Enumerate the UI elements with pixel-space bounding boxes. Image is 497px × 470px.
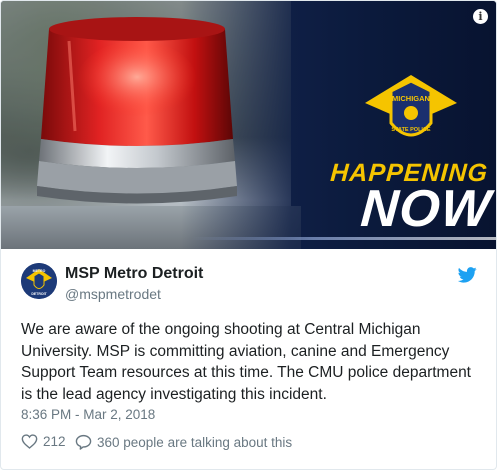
info-icon[interactable]: i — [473, 9, 488, 24]
avatar[interactable]: METRO DETROIT — [21, 263, 57, 299]
banner-stripe — [191, 237, 496, 240]
tweet-media-image[interactable]: MICHIGAN STATE POLICE HAPPENING NOW i — [1, 1, 496, 249]
like-count: 212 — [43, 434, 66, 449]
tweet-timestamp[interactable]: 8:36 PM - Mar 2, 2018 — [21, 407, 155, 422]
svg-text:DETROIT: DETROIT — [31, 292, 47, 296]
like-button[interactable]: 212 — [21, 434, 66, 449]
twitter-bird-icon[interactable] — [458, 267, 477, 283]
display-name[interactable]: MSP Metro Detroit — [65, 265, 203, 283]
michigan-state-police-badge: MICHIGAN STATE POLICE — [365, 75, 457, 137]
headline-now: NOW — [358, 180, 494, 238]
conversation-link[interactable]: 360 people are talking about this — [75, 434, 292, 450]
conversation-text: 360 people are talking about this — [97, 434, 293, 450]
user-handle[interactable]: @mspmetrodet — [65, 286, 161, 302]
svg-text:MICHIGAN: MICHIGAN — [392, 94, 430, 103]
embedded-tweet-card: MICHIGAN STATE POLICE HAPPENING NOW i ME… — [0, 0, 497, 470]
metro-detroit-avatar-icon: METRO DETROIT — [21, 263, 57, 299]
svg-text:STATE POLICE: STATE POLICE — [391, 127, 431, 133]
tweet-text: We are aware of the ongoing shooting at … — [21, 321, 471, 403]
reply-bubble-icon — [75, 434, 92, 450]
heart-icon — [21, 434, 38, 449]
svg-text:METRO: METRO — [33, 269, 46, 273]
